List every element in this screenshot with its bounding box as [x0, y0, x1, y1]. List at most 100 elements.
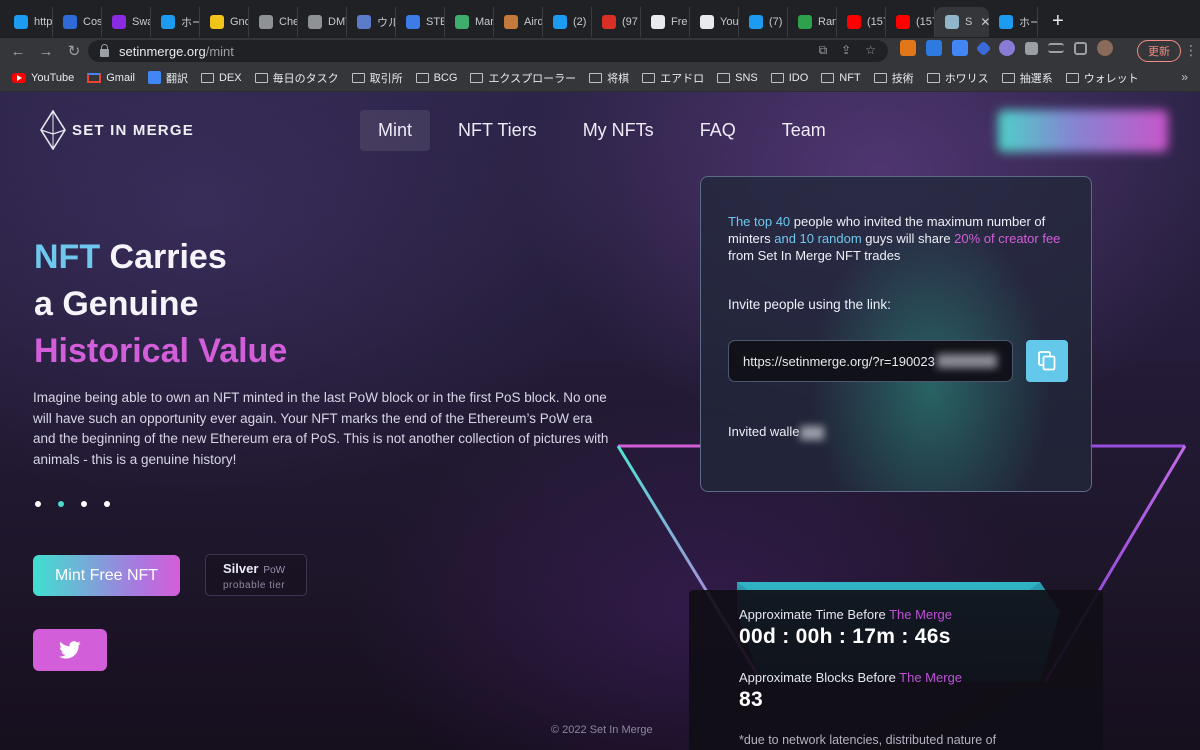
reading-list-icon[interactable] — [1048, 43, 1064, 53]
bookmark-item[interactable]: ウォレット — [1065, 70, 1139, 86]
reward-top40: The top 40 — [728, 214, 791, 229]
k-extension-icon[interactable] — [926, 40, 942, 56]
tab-favicon-icon — [945, 15, 959, 29]
tab-title: ホー — [181, 17, 199, 29]
profile-avatar[interactable] — [1097, 40, 1113, 56]
translate-extension-icon[interactable] — [952, 40, 968, 56]
back-icon[interactable]: ← — [4, 43, 32, 60]
address-bar[interactable]: setinmerge.org/mint ⧉ ⇪ ☆ — [88, 40, 888, 62]
bookmark-item[interactable]: SNS — [717, 72, 758, 84]
browser-tab[interactable]: http — [4, 7, 53, 37]
browser-menu-icon[interactable]: ⋮ — [1184, 42, 1198, 59]
browser-tab[interactable]: ホー — [151, 7, 200, 37]
bookmark-label: IDO — [788, 71, 809, 84]
nav-my-nfts[interactable]: My NFTs — [565, 110, 672, 151]
browser-tab[interactable]: Swa — [102, 7, 151, 37]
bookmark-label: 技術 — [891, 72, 914, 85]
bookmark-item[interactable]: エクスプローラー — [470, 70, 576, 86]
bookmark-item[interactable]: 抽選系 — [1001, 70, 1053, 86]
carousel-dot-4[interactable] — [104, 501, 110, 507]
browser-tab[interactable]: STE — [396, 7, 445, 37]
browser-tab[interactable]: S ✕ — [935, 7, 989, 37]
nav-team[interactable]: Team — [764, 110, 844, 151]
close-tab-icon[interactable]: ✕ — [980, 15, 989, 29]
page-content: SET IN MERGE Mint NFT Tiers My NFTs FAQ … — [0, 92, 1200, 750]
bookmark-label: ホワリス — [944, 72, 989, 85]
bookmark-item[interactable]: IDO — [770, 71, 809, 84]
browser-tab[interactable]: DMT — [298, 7, 347, 37]
more-bookmarks-icon[interactable]: » — [1181, 70, 1188, 84]
forward-icon[interactable]: → — [32, 43, 60, 60]
browser-tab[interactable]: Ran — [788, 7, 837, 37]
bookmark-item[interactable]: 取引所 — [351, 70, 403, 86]
tab-favicon-icon — [210, 15, 224, 29]
bookmark-item[interactable]: BCG — [415, 72, 457, 84]
metamask-extension-icon[interactable] — [900, 40, 916, 56]
browser-tab[interactable]: Mar — [445, 7, 494, 37]
browser-tab[interactable]: (157 — [886, 7, 935, 37]
carousel-dot-1[interactable] — [35, 501, 41, 507]
pen-extension-icon[interactable] — [975, 40, 992, 56]
bookmark-item[interactable]: YouTube — [12, 72, 74, 84]
reward-fee: 20% of creator fee — [954, 231, 1061, 246]
site-logo[interactable]: SET IN MERGE — [40, 110, 194, 150]
tier-subtitle: probable tier — [223, 580, 286, 591]
browser-tab[interactable]: ウル — [347, 7, 396, 37]
tab-favicon-icon — [112, 15, 126, 29]
tab-strip: http Cos Swa ホー Gno Che DMT ウル STE Mar Aird (2) (97 F… — [4, 1, 1038, 37]
browser-tab[interactable]: Aird — [494, 7, 543, 37]
browser-tab[interactable]: (157 — [837, 7, 886, 37]
wallet-extension-icon[interactable] — [999, 40, 1015, 56]
nav-mint[interactable]: Mint — [360, 110, 431, 151]
nav-faq[interactable]: FAQ — [682, 110, 754, 151]
tab-title: Che — [279, 16, 298, 28]
bookmark-item[interactable]: 将棋 — [589, 70, 629, 86]
bookmark-item[interactable]: ホワリス — [926, 70, 989, 86]
copy-link-button[interactable] — [1026, 340, 1068, 382]
browser-tab[interactable]: ホー — [989, 7, 1038, 37]
carousel-dots — [35, 501, 110, 507]
tab-title: S — [965, 16, 973, 28]
bookmark-item[interactable]: 技術 — [873, 70, 914, 86]
update-button[interactable]: 更新 — [1137, 40, 1181, 62]
tab-title: Mar — [475, 16, 494, 28]
twitter-share-button[interactable] — [33, 629, 107, 671]
bookmark-item[interactable]: NFT — [821, 72, 861, 84]
carousel-dot-3[interactable] — [81, 501, 87, 507]
url-path: /mint — [205, 43, 234, 59]
nav-nft-tiers[interactable]: NFT Tiers — [440, 110, 555, 151]
translate-page-icon[interactable]: ⧉ — [819, 43, 828, 58]
invite-link-value: https://setinmerge.org/?r=190023 — [743, 353, 935, 369]
bookmark-star-icon[interactable]: ☆ — [865, 43, 876, 58]
browser-tab[interactable]: (97 — [592, 7, 641, 37]
tab-title: You — [720, 16, 739, 28]
carousel-dot-2[interactable] — [58, 501, 64, 507]
browser-tab[interactable]: Gno — [200, 7, 249, 37]
connect-wallet-button[interactable] — [998, 110, 1168, 152]
side-panel-icon[interactable] — [1074, 41, 1087, 55]
browser-tab[interactable]: (2) — [543, 7, 592, 37]
lock-icon[interactable] — [100, 43, 109, 57]
mint-free-nft-button[interactable]: Mint Free NFT — [33, 555, 180, 596]
browser-tab[interactable]: Cos — [53, 7, 102, 37]
share-icon[interactable]: ⇪ — [841, 43, 851, 58]
bookmark-item[interactable]: Gmail — [87, 72, 135, 84]
extensions-bar — [900, 40, 1113, 56]
browser-tab[interactable]: You — [690, 7, 739, 37]
bookmark-item[interactable]: DEX — [200, 72, 242, 84]
bookmark-item[interactable]: 毎日のタスク — [254, 70, 339, 86]
puzzle-extensions-icon[interactable] — [1025, 41, 1038, 55]
bookmark-item[interactable]: 翻訳 — [147, 70, 188, 86]
invite-link-field[interactable]: https://setinmerge.org/?r=190023 — [728, 340, 1013, 382]
browser-tab[interactable]: (7) — [739, 7, 788, 37]
browser-tab[interactable]: Che — [249, 7, 298, 37]
tier-type: PoW — [263, 565, 286, 576]
bookmark-item[interactable]: エアドロ — [642, 70, 704, 86]
new-tab-icon[interactable]: + — [1052, 10, 1064, 33]
omnibox-actions: ⧉ ⇪ ☆ — [819, 43, 876, 58]
folder-icon — [470, 72, 484, 83]
hero-title-nft: NFT — [34, 238, 101, 276]
tab-title: http — [34, 16, 53, 28]
browser-tab[interactable]: Fre — [641, 7, 690, 37]
reload-icon[interactable]: ↻ — [60, 42, 88, 60]
